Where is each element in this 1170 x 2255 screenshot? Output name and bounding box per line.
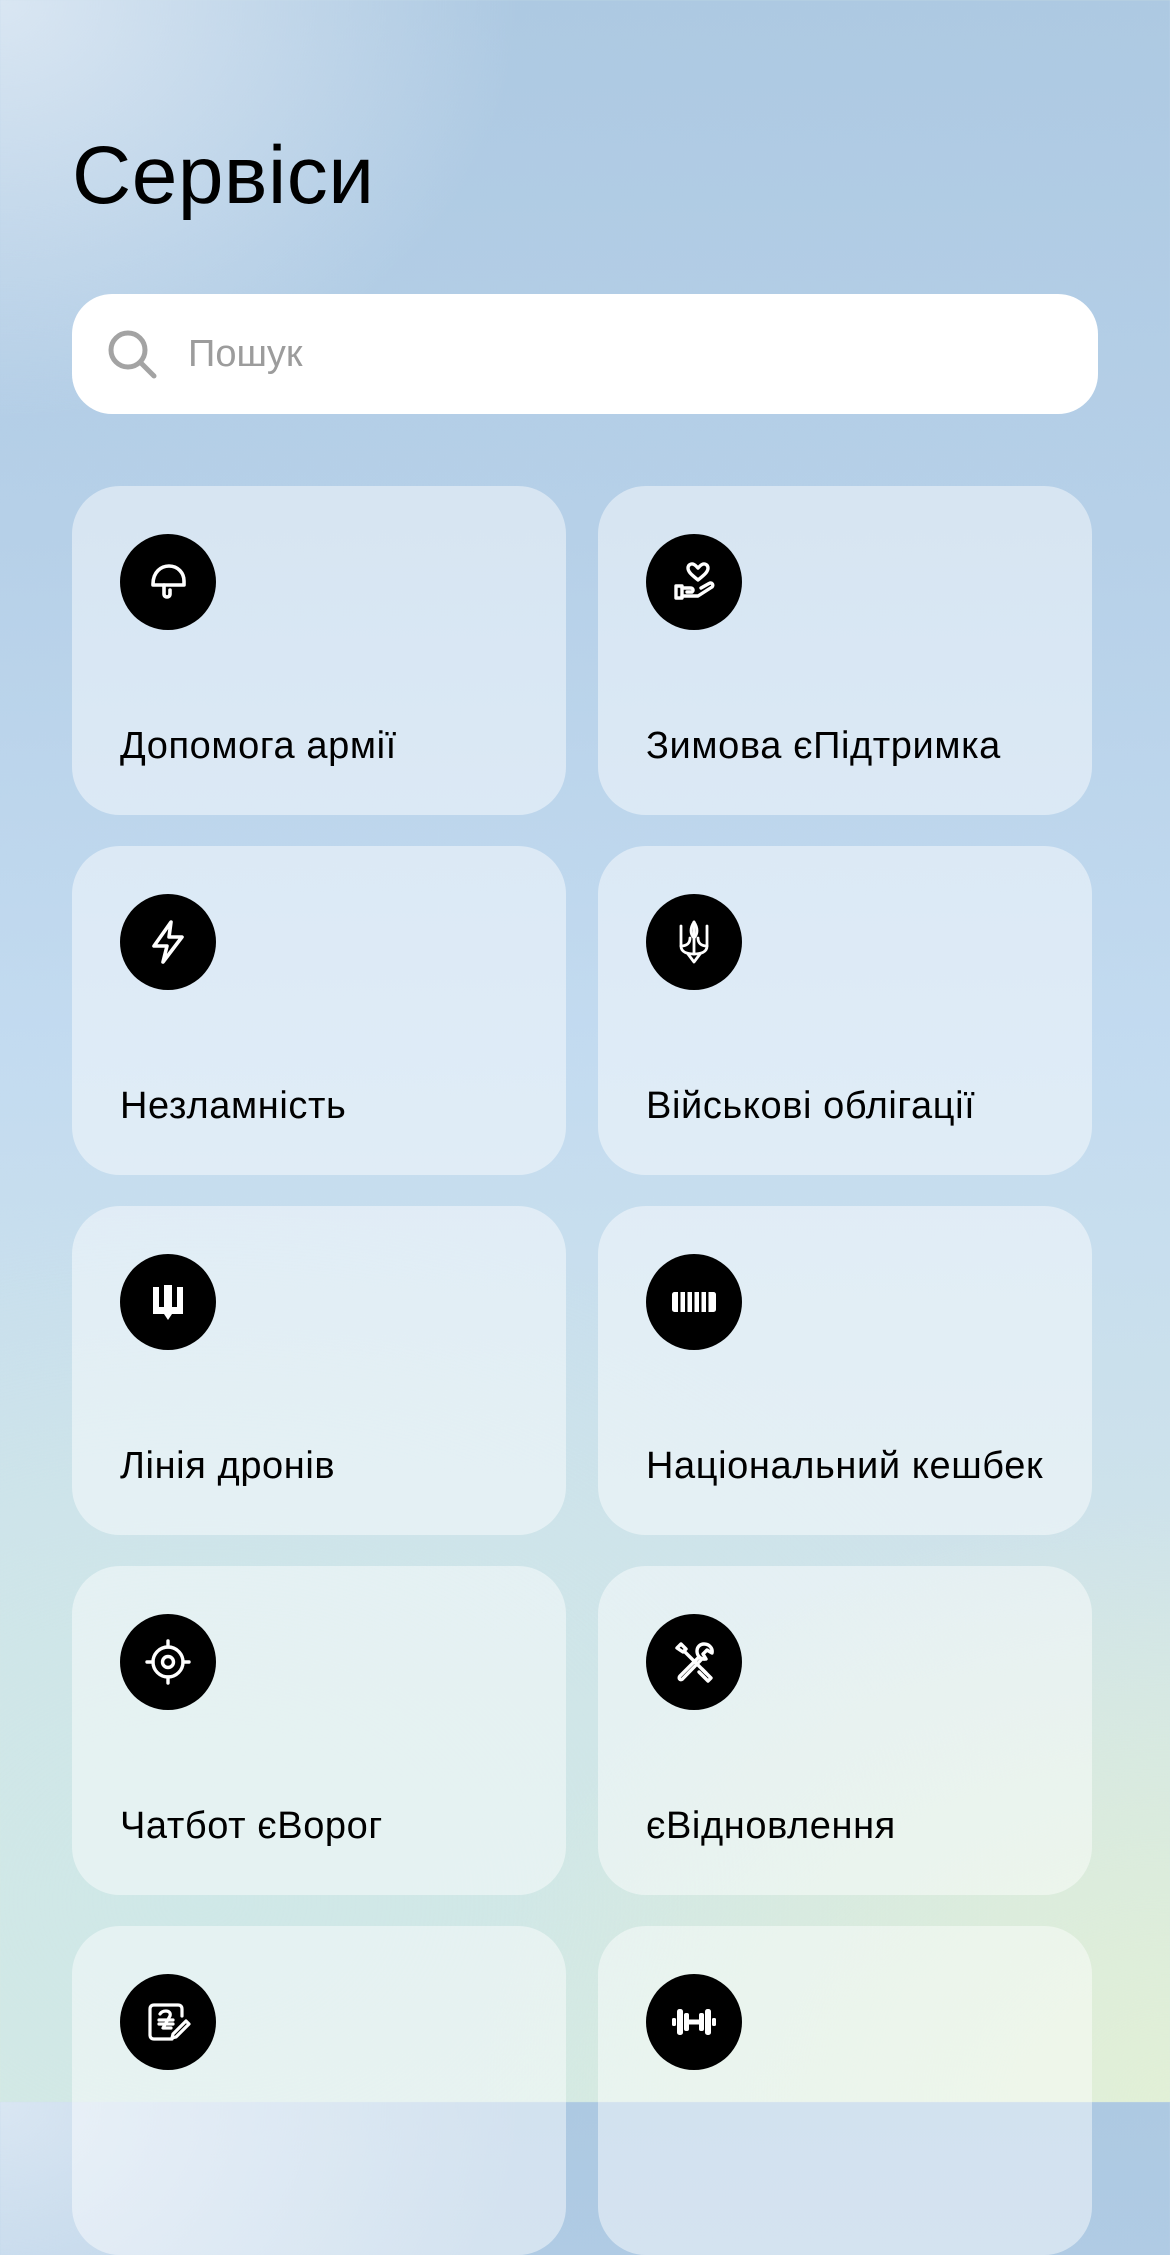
page-title: Сервіси	[72, 130, 375, 221]
search-input[interactable]	[188, 332, 1048, 376]
service-tile-label: Незламність	[120, 1085, 347, 1127]
tools-icon	[646, 1614, 742, 1710]
service-tile-hryvnia-document[interactable]	[72, 1926, 566, 2255]
service-tile-sport[interactable]	[598, 1926, 1092, 2255]
service-tile-label: Національний кешбек	[646, 1445, 1044, 1487]
helmet-icon	[120, 534, 216, 630]
lightning-icon	[120, 894, 216, 990]
service-tile-label: Допомога армії	[120, 725, 397, 767]
service-tile-recovery[interactable]: єВідновлення	[598, 1566, 1092, 1895]
service-tile-label: Чатбот єВорог	[120, 1805, 383, 1847]
service-tile-chatbot-enemy[interactable]: Чатбот єВорог	[72, 1566, 566, 1895]
dumbbell-icon	[646, 1974, 742, 2070]
service-tile-winter-support[interactable]: Зимова єПідтримка	[598, 486, 1092, 815]
heart-hand-icon	[646, 534, 742, 630]
service-tile-label: Лінія дронів	[120, 1445, 336, 1487]
service-tile-label: єВідновлення	[646, 1805, 896, 1847]
service-tile-label: Зимова єПідтримка	[646, 725, 1001, 767]
trident-icon	[646, 894, 742, 990]
barcode-icon	[646, 1254, 742, 1350]
search-bar[interactable]	[72, 294, 1098, 414]
service-tile-war-bonds[interactable]: Військові облігації	[598, 846, 1092, 1175]
search-icon	[108, 330, 157, 379]
hryvnia-document-icon	[120, 1974, 216, 2070]
target-icon	[120, 1614, 216, 1710]
service-tile-army-help[interactable]: Допомога армії	[72, 486, 566, 815]
services-grid: Допомога армії Зимова єПідтримка Незламн…	[72, 486, 1092, 2255]
service-tile-drone-line[interactable]: Лінія дронів	[72, 1206, 566, 1535]
service-tile-national-cashback[interactable]: Національний кешбек	[598, 1206, 1092, 1535]
service-tile-resilience[interactable]: Незламність	[72, 846, 566, 1175]
drone-trident-icon	[120, 1254, 216, 1350]
service-tile-label: Військові облігації	[646, 1085, 976, 1127]
